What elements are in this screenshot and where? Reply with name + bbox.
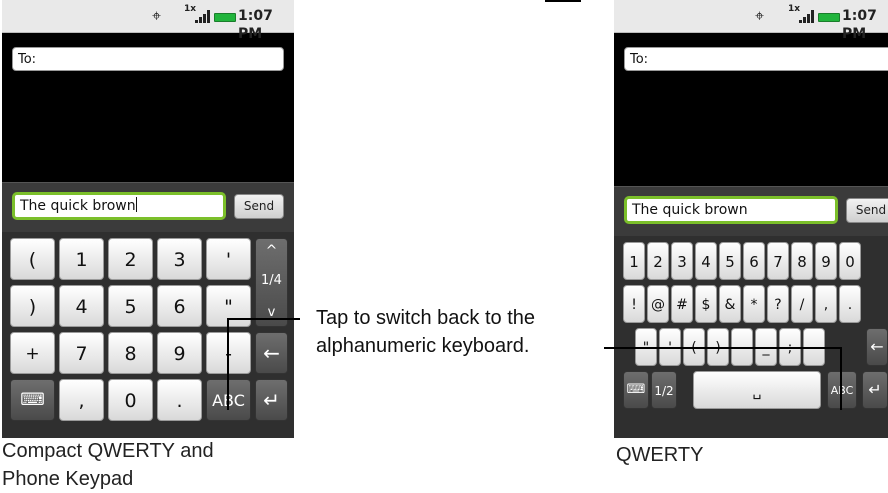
to-field[interactable]: To:: [12, 47, 284, 71]
space-icon: ␣: [752, 384, 762, 400]
keyboard-icon: ⌨: [626, 382, 646, 397]
keyboard-icon: ⌨: [20, 390, 45, 410]
key-exclamation[interactable]: !: [623, 285, 645, 323]
enter-key[interactable]: ↵: [255, 379, 288, 421]
key-9[interactable]: 9: [157, 332, 202, 374]
key-1[interactable]: 1: [623, 242, 645, 280]
key-4[interactable]: 4: [59, 285, 104, 327]
backspace-icon: ←: [870, 337, 884, 356]
key-3[interactable]: 3: [157, 238, 202, 280]
compact-keypad: ( 1 2 3 ' ) 4 5 6 " ^ 1/4 v + 7 8 9 - ← …: [2, 232, 294, 438]
phone-screen-qwerty: ⌖ 1x 1:07 PM To: The quick brown Send 1 …: [614, 0, 888, 438]
key-open-paren[interactable]: (: [10, 238, 55, 280]
space-key[interactable]: ␣: [693, 371, 821, 409]
caption-compact: Compact QWERTY and Phone Keypad: [2, 437, 214, 493]
keyboard-settings-key[interactable]: ⌨: [10, 379, 55, 421]
enter-icon: ↵: [868, 380, 882, 399]
phone-screen-compact: ⌖ 1x 1:07 PM To: The quick brown Send ( …: [2, 0, 294, 438]
message-compose-bar: The quick brown Send: [614, 186, 888, 237]
signal-icon: [195, 9, 211, 23]
to-field[interactable]: To:: [624, 47, 888, 71]
message-text: The quick brown: [20, 198, 136, 214]
message-input[interactable]: The quick brown: [12, 192, 226, 220]
key-period[interactable]: .: [157, 379, 202, 421]
key-9[interactable]: 9: [815, 242, 837, 280]
status-time: 1:07 PM: [238, 8, 273, 42]
key-8[interactable]: 8: [108, 332, 153, 374]
key-3[interactable]: 3: [671, 242, 693, 280]
key-slash[interactable]: /: [791, 285, 813, 323]
callout-leader-left-h: [227, 318, 300, 320]
enter-icon: ↵: [263, 388, 280, 412]
page-toggle-key[interactable]: 1/2: [651, 371, 677, 409]
backspace-key[interactable]: ←: [866, 328, 888, 366]
key-ampersand[interactable]: &: [719, 285, 741, 323]
gps-icon: ⌖: [152, 6, 162, 25]
caption-compact-line-2: Phone Keypad: [2, 468, 134, 490]
message-compose-bar: The quick brown Send: [2, 182, 294, 233]
key-2[interactable]: 2: [108, 238, 153, 280]
key-5[interactable]: 5: [108, 285, 153, 327]
callout-leader-right-h: [604, 347, 841, 349]
top-divider-mark: [545, 0, 581, 2]
key-comma[interactable]: ,: [815, 285, 837, 323]
key-comma[interactable]: ,: [59, 379, 104, 421]
backspace-icon: ←: [263, 341, 280, 365]
key-period[interactable]: .: [839, 285, 861, 323]
key-asterisk[interactable]: *: [743, 285, 765, 323]
key-hash[interactable]: #: [671, 285, 693, 323]
status-time: 1:07 PM: [842, 8, 877, 42]
key-7[interactable]: 7: [767, 242, 789, 280]
text-cursor: [135, 197, 137, 212]
key-8[interactable]: 8: [791, 242, 813, 280]
battery-icon: [818, 13, 840, 22]
key-6[interactable]: 6: [743, 242, 765, 280]
caption-compact-line-1: Compact QWERTY and: [2, 440, 214, 462]
key-5[interactable]: 5: [719, 242, 741, 280]
battery-icon: [214, 13, 236, 22]
keyboard-settings-key[interactable]: ⌨: [623, 371, 649, 409]
key-4[interactable]: 4: [695, 242, 717, 280]
backspace-key[interactable]: ←: [255, 332, 288, 374]
message-input[interactable]: The quick brown: [624, 196, 838, 224]
status-bar: ⌖ 1x 1:07 PM: [614, 0, 888, 42]
key-1[interactable]: 1: [59, 238, 104, 280]
callout-line-2: alphanumeric keyboard.: [316, 335, 530, 357]
signal-icon: [799, 9, 815, 23]
page-indicator: 1/4: [261, 273, 282, 288]
key-7[interactable]: 7: [59, 332, 104, 374]
abc-key[interactable]: ABC: [827, 371, 857, 409]
send-button[interactable]: Send: [846, 198, 888, 223]
enter-key[interactable]: ↵: [862, 371, 888, 409]
key-at[interactable]: @: [647, 285, 669, 323]
callout-leader-right-v: [840, 347, 842, 410]
callout-text: Tap to switch back to the alphanumeric k…: [316, 304, 606, 360]
status-bar: ⌖ 1x 1:07 PM: [2, 0, 294, 42]
gps-icon: ⌖: [755, 6, 765, 25]
page-switch-column: ^ 1/4 v: [255, 238, 288, 327]
key-dollar[interactable]: $: [695, 285, 717, 323]
send-button[interactable]: Send: [234, 194, 284, 219]
key-0[interactable]: 0: [839, 242, 861, 280]
key-close-paren[interactable]: ): [10, 285, 55, 327]
key-6[interactable]: 6: [157, 285, 202, 327]
key-2[interactable]: 2: [647, 242, 669, 280]
qwerty-symbol-keyboard: 1 2 3 4 5 6 7 8 9 0 ! @ # $ & * ? / , . …: [614, 236, 888, 438]
key-plus[interactable]: +: [10, 332, 55, 374]
caption-qwerty: QWERTY: [616, 444, 704, 466]
key-question[interactable]: ?: [767, 285, 789, 323]
callout-line-1: Tap to switch back to the: [316, 307, 536, 329]
key-0[interactable]: 0: [108, 379, 153, 421]
key-apostrophe[interactable]: ': [206, 238, 251, 280]
page-up-button[interactable]: ^: [256, 243, 287, 259]
callout-leader-left-v: [227, 318, 229, 410]
